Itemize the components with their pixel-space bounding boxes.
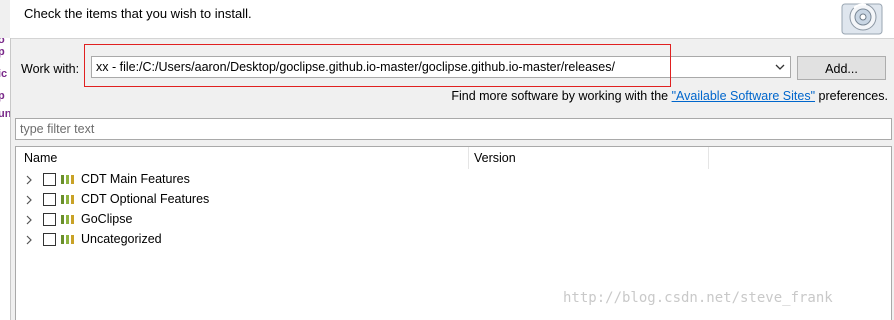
left-panel-edge: o p ic p un (0, 38, 11, 320)
work-with-label: Work with: (21, 62, 80, 76)
left-fragment: ic (0, 68, 8, 80)
row-label: CDT Main Features (81, 172, 190, 186)
chevron-right-icon[interactable] (24, 174, 34, 186)
row-label: Uncategorized (81, 232, 162, 246)
filter-input[interactable]: type filter text (15, 118, 892, 140)
add-button[interactable]: Add... (797, 56, 886, 80)
find-more-prefix: Find more software by working with the (451, 89, 672, 103)
watermark-text: http://blog.csdn.net/steve_frank (563, 290, 833, 306)
install-disc-icon (836, 0, 888, 36)
column-header-version[interactable]: Version (474, 151, 516, 165)
left-fragment: o (0, 38, 5, 46)
work-with-value: xx - file:/C:/Users/aaron/Desktop/goclip… (96, 60, 615, 74)
row-checkbox[interactable] (43, 193, 56, 206)
left-fragment: un (0, 108, 11, 120)
row-label: CDT Optional Features (81, 192, 210, 206)
dialog-banner: Check the items that you wish to install… (10, 0, 894, 39)
find-more-text: Find more software by working with the "… (451, 89, 888, 103)
filter-placeholder: type filter text (20, 122, 95, 136)
row-label: GoClipse (81, 212, 133, 226)
column-divider[interactable] (708, 147, 709, 169)
left-fragment: p (0, 90, 5, 102)
table-row[interactable]: GoClipse (16, 210, 891, 230)
left-fragment: p (0, 46, 5, 58)
chevron-down-icon[interactable] (770, 57, 790, 77)
table-row[interactable]: CDT Main Features (16, 170, 891, 190)
row-checkbox[interactable] (43, 233, 56, 246)
feature-group-icon (60, 233, 76, 246)
column-divider[interactable] (468, 147, 469, 169)
chevron-right-icon[interactable] (24, 194, 34, 206)
table-row[interactable]: Uncategorized (16, 230, 891, 250)
available-software-sites-link[interactable]: "Available Software Sites" (672, 89, 815, 103)
feature-group-icon (60, 173, 76, 186)
table-row[interactable]: CDT Optional Features (16, 190, 891, 210)
chevron-right-icon[interactable] (24, 214, 34, 226)
row-checkbox[interactable] (43, 213, 56, 226)
banner-instruction: Check the items that you wish to install… (24, 6, 252, 21)
chevron-right-icon[interactable] (24, 234, 34, 246)
table-header: Name Version (16, 147, 891, 169)
row-checkbox[interactable] (43, 173, 56, 186)
feature-group-icon (60, 193, 76, 206)
feature-group-icon (60, 213, 76, 226)
work-with-combo[interactable]: xx - file:/C:/Users/aaron/Desktop/goclip… (91, 56, 791, 78)
find-more-suffix: preferences. (815, 89, 889, 103)
column-header-name[interactable]: Name (24, 151, 57, 165)
